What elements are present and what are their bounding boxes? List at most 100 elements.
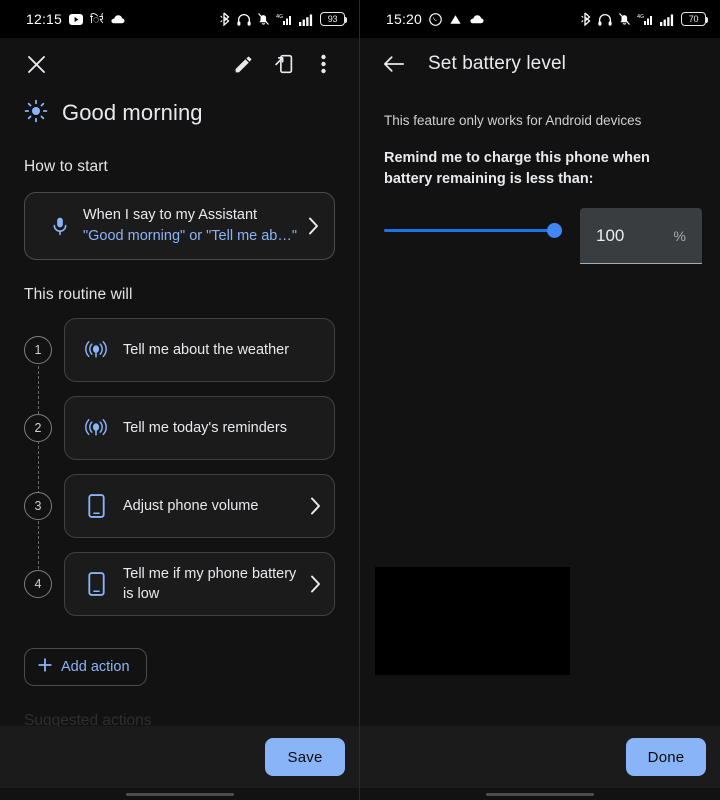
bluetooth-icon xyxy=(220,12,231,26)
battery-level-controls: 100 % xyxy=(360,190,720,264)
hindi-text-icon: िरी xyxy=(90,13,103,25)
speaker-broadcast-icon xyxy=(81,418,111,438)
routine-title-row: Good morning xyxy=(0,90,359,132)
chevron-right-icon xyxy=(300,217,326,235)
battery-percent-value: 100 xyxy=(596,225,625,245)
left-scroll-area: Good morning How to start When I say to … xyxy=(0,90,359,730)
back-button[interactable] xyxy=(376,46,412,82)
right-status-right-group: 4G 70 xyxy=(581,12,708,26)
more-options-button[interactable] xyxy=(303,44,343,84)
step-number-badge: 3 xyxy=(24,492,52,520)
left-navigation-bar xyxy=(0,788,359,800)
signal-icon xyxy=(660,13,675,26)
left-bottom-bar: Save xyxy=(0,726,359,788)
right-battery-indicator: 70 xyxy=(681,12,708,26)
move-to-device-button[interactable] xyxy=(263,44,303,84)
starter-title: When I say to my Assistant xyxy=(83,207,258,223)
svg-text:4G: 4G xyxy=(276,14,283,20)
svg-text:िरी: िरी xyxy=(90,13,103,25)
microphone-icon xyxy=(43,214,77,238)
percent-unit-label: % xyxy=(673,227,686,244)
speaker-broadcast-icon xyxy=(81,340,111,360)
right-navigation-bar xyxy=(360,788,720,800)
step-number-badge: 1 xyxy=(24,336,52,364)
close-button[interactable] xyxy=(16,44,56,84)
notifications-muted-icon xyxy=(257,12,270,26)
signal-icon xyxy=(299,13,314,26)
wifi-icon: 4G xyxy=(637,12,654,26)
edit-pencil-icon xyxy=(235,56,251,72)
dual-screenshot-container: 12:15 िरी xyxy=(0,0,720,800)
youtube-icon xyxy=(69,13,84,25)
step-label: Tell me if my phone battery is low xyxy=(123,566,297,602)
slider-thumb[interactable] xyxy=(547,223,562,238)
left-status-left-group: 12:15 िरी xyxy=(0,11,125,27)
redacted-region xyxy=(375,567,570,675)
move-to-device-icon xyxy=(274,54,292,74)
left-toolbar xyxy=(0,38,359,90)
drive-icon xyxy=(449,14,462,25)
edit-routine-button[interactable] xyxy=(223,44,263,84)
right-page-title: Set battery level xyxy=(428,53,566,74)
slider-track xyxy=(384,229,556,232)
left-battery-indicator: 93 xyxy=(320,12,347,26)
done-button[interactable]: Done xyxy=(626,738,706,776)
right-phone-screen: 15:20 4G 70 Set battery level This featu… xyxy=(360,0,720,800)
left-status-bar: 12:15 िरी xyxy=(0,0,359,38)
right-app-bar: Set battery level xyxy=(360,38,720,90)
chevron-right-icon xyxy=(302,497,328,515)
save-button[interactable]: Save xyxy=(265,738,345,776)
battery-percent-input[interactable]: 100 % xyxy=(580,208,702,264)
svg-text:4G: 4G xyxy=(637,14,644,20)
routine-step: 3 Adjust phone volume xyxy=(0,474,359,538)
more-options-icon xyxy=(320,54,326,74)
gesture-nav-pill[interactable] xyxy=(125,792,234,796)
battery-prompt-text: Remind me to charge this phone when batt… xyxy=(384,150,650,187)
phone-icon xyxy=(81,494,111,518)
plus-icon xyxy=(38,658,52,676)
cloud-icon xyxy=(110,14,125,24)
cloud-icon xyxy=(469,14,484,24)
left-status-right-group: 4G 93 xyxy=(220,12,347,26)
wifi-icon: 4G xyxy=(276,12,293,26)
bluetooth-icon xyxy=(581,12,592,26)
left-phone-screen: 12:15 िरी xyxy=(0,0,360,800)
step-label: Tell me today's reminders xyxy=(123,420,287,436)
step-number-badge: 4 xyxy=(24,570,52,598)
battery-level-slider[interactable] xyxy=(384,208,562,252)
step-label: Adjust phone volume xyxy=(123,498,259,514)
this-routine-will-label: This routine will xyxy=(24,286,133,303)
whatsapp-icon xyxy=(429,12,442,26)
android-only-note: This feature only works for Android devi… xyxy=(384,113,642,128)
add-action-label: Add action xyxy=(61,659,130,675)
gesture-nav-pill[interactable] xyxy=(486,792,594,796)
chevron-right-icon xyxy=(302,575,328,593)
step-card-reminders[interactable]: Tell me today's reminders xyxy=(64,396,335,460)
step-card-volume[interactable]: Adjust phone volume xyxy=(64,474,335,538)
step-label: Tell me about the weather xyxy=(123,342,290,358)
routine-step: 2 Tell me today's reminders xyxy=(0,396,359,460)
right-bottom-bar: Done xyxy=(360,726,720,788)
routine-step: 1 Tell me about the weather xyxy=(0,318,359,382)
add-action-button[interactable]: Add action xyxy=(24,648,147,686)
left-status-time: 12:15 xyxy=(26,11,63,27)
right-status-left-group: 15:20 xyxy=(360,11,484,27)
headphones-icon xyxy=(237,13,251,26)
right-status-bar: 15:20 4G 70 xyxy=(360,0,720,38)
starter-text: When I say to my Assistant "Good morning… xyxy=(77,206,300,246)
starter-card[interactable]: When I say to my Assistant "Good morning… xyxy=(24,192,335,260)
step-number-badge: 2 xyxy=(24,414,52,442)
step-card-weather[interactable]: Tell me about the weather xyxy=(64,318,335,382)
notifications-muted-icon xyxy=(618,12,631,26)
sunrise-icon xyxy=(24,99,48,128)
step-card-battery[interactable]: Tell me if my phone battery is low xyxy=(64,552,335,616)
routine-steps-list: 1 Tell me about the weather 2 Tell me to… xyxy=(0,318,359,622)
starter-subtitle: "Good morning" or "Tell me ab…" xyxy=(83,228,298,244)
right-status-time: 15:20 xyxy=(386,11,423,27)
close-icon xyxy=(27,55,45,73)
suggested-actions-label: Suggested actions xyxy=(24,712,152,729)
routine-step: 4 Tell me if my phone battery is low xyxy=(0,552,359,616)
page-title: Good morning xyxy=(62,100,203,125)
how-to-start-label: How to start xyxy=(24,158,108,175)
arrow-back-icon xyxy=(383,56,405,72)
